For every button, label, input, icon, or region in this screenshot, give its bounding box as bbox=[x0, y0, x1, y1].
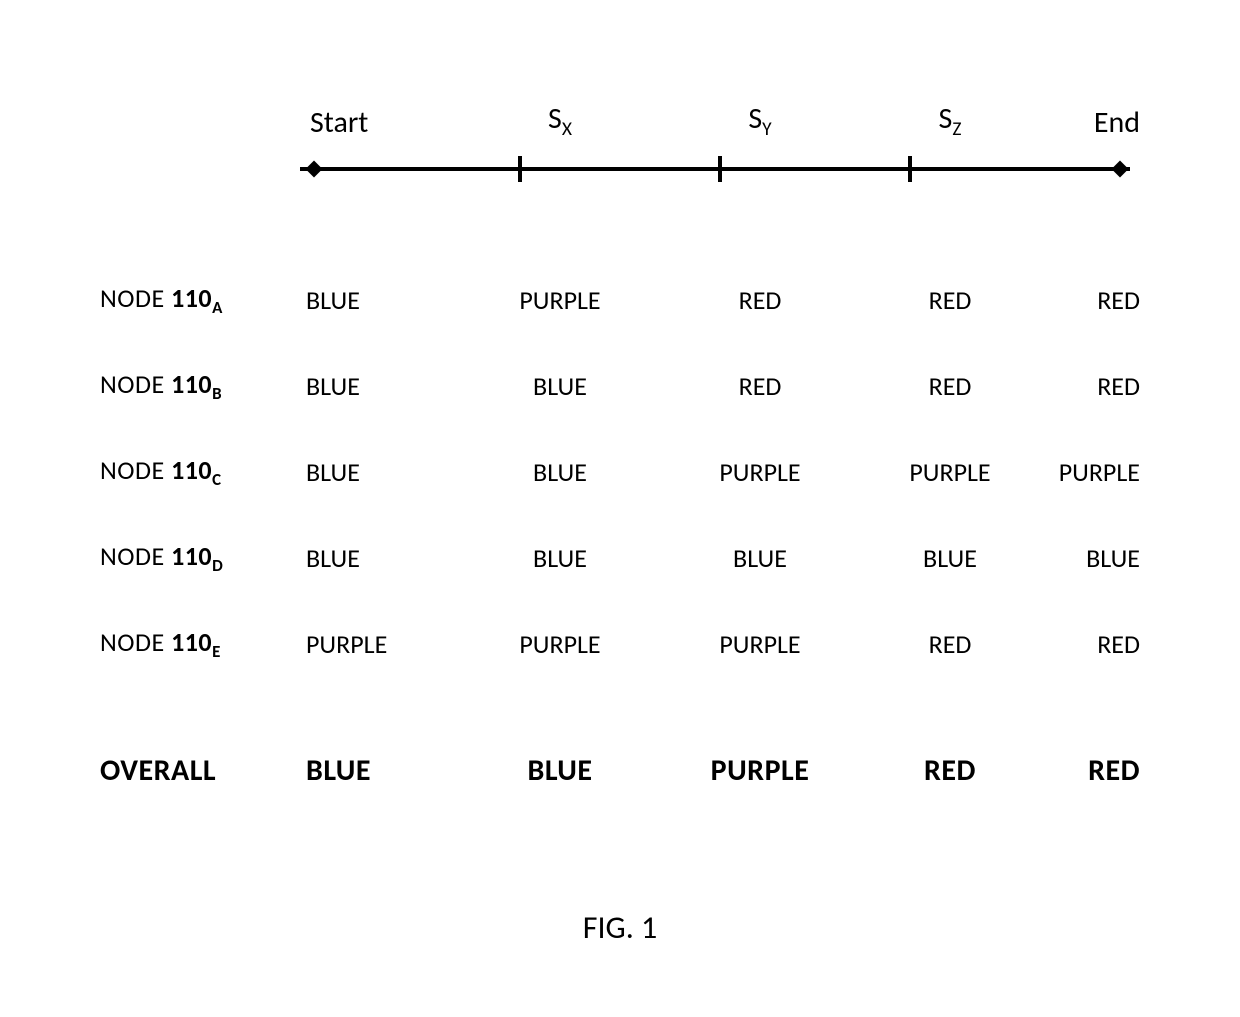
timeline-tick-sy bbox=[718, 156, 722, 182]
overall-cell: BLUE bbox=[300, 752, 460, 789]
overall-row: OVERALL BLUE BLUE PURPLE RED RED bbox=[100, 727, 1140, 813]
timeline-line bbox=[300, 167, 1130, 171]
node-sub: C bbox=[212, 469, 221, 490]
overall-label: OVERALL bbox=[100, 752, 300, 789]
node-name: 110 bbox=[171, 282, 212, 314]
timeline-label-sy: SY bbox=[660, 100, 860, 147]
node-prefix: NODE bbox=[100, 540, 171, 572]
timeline-label-sz: SZ bbox=[860, 100, 1040, 147]
node-sub: E bbox=[212, 641, 221, 662]
table-row: NODE 110D BLUE BLUE BLUE BLUE BLUE bbox=[100, 515, 1140, 601]
cell: RED bbox=[860, 284, 1040, 316]
cell: BLUE bbox=[460, 542, 660, 574]
node-label-c: NODE 110C bbox=[100, 454, 300, 490]
cell: RED bbox=[1040, 628, 1140, 660]
cell: PURPLE bbox=[460, 284, 660, 316]
timeline-label-end-text: End bbox=[1094, 104, 1140, 141]
cell: BLUE bbox=[1040, 542, 1140, 574]
cell: BLUE bbox=[300, 456, 460, 488]
node-sub: B bbox=[212, 383, 222, 404]
timeline-label-sx: SX bbox=[460, 100, 660, 147]
timeline-label-start: Start bbox=[300, 104, 460, 147]
table-row: NODE 110B BLUE BLUE RED RED RED bbox=[100, 343, 1140, 429]
node-rows: NODE 110A BLUE PURPLE RED RED RED NODE 1… bbox=[100, 257, 1140, 687]
cell: RED bbox=[1040, 370, 1140, 402]
cell: PURPLE bbox=[860, 456, 1040, 488]
overall-cell: RED bbox=[1040, 752, 1140, 789]
node-prefix: NODE bbox=[100, 626, 171, 658]
node-label-e: NODE 110E bbox=[100, 626, 300, 662]
figure-caption: FIG. 1 bbox=[0, 908, 1240, 947]
cell: PURPLE bbox=[1040, 456, 1140, 488]
node-name: 110 bbox=[171, 454, 212, 486]
node-name: 110 bbox=[171, 368, 212, 400]
node-label-d: NODE 110D bbox=[100, 540, 300, 576]
timeline-label-end: End bbox=[1040, 104, 1140, 147]
cell: RED bbox=[660, 370, 860, 402]
table-row: NODE 110E PURPLE PURPLE PURPLE RED RED bbox=[100, 601, 1140, 687]
timeline bbox=[300, 147, 1130, 207]
cell: PURPLE bbox=[660, 628, 860, 660]
overall-cell: RED bbox=[860, 752, 1040, 789]
timeline-start-marker bbox=[306, 161, 323, 178]
cell: PURPLE bbox=[460, 628, 660, 660]
node-name: 110 bbox=[171, 626, 212, 658]
node-sub: A bbox=[212, 297, 223, 318]
cell: BLUE bbox=[460, 370, 660, 402]
cell: BLUE bbox=[460, 456, 660, 488]
cell: BLUE bbox=[300, 542, 460, 574]
node-prefix: NODE bbox=[100, 368, 171, 400]
cell: RED bbox=[860, 628, 1040, 660]
node-sub: D bbox=[212, 555, 223, 576]
cell: RED bbox=[660, 284, 860, 316]
cell: BLUE bbox=[300, 370, 460, 402]
timeline-label-start-text: Start bbox=[310, 104, 368, 141]
cell: RED bbox=[1040, 284, 1140, 316]
timeline-labels-row: Start SX SY SZ End bbox=[100, 100, 1140, 147]
page: Start SX SY SZ End bbox=[0, 0, 1240, 1017]
node-prefix: NODE bbox=[100, 454, 171, 486]
timeline-tick-sz bbox=[908, 156, 912, 182]
cell: PURPLE bbox=[660, 456, 860, 488]
node-name: 110 bbox=[171, 540, 212, 572]
cell: BLUE bbox=[660, 542, 860, 574]
diagram-content: Start SX SY SZ End bbox=[100, 100, 1140, 813]
cell: BLUE bbox=[860, 542, 1040, 574]
table-row: NODE 110A BLUE PURPLE RED RED RED bbox=[100, 257, 1140, 343]
overall-cell: BLUE bbox=[460, 752, 660, 789]
timeline-tick-sx bbox=[518, 156, 522, 182]
node-prefix: NODE bbox=[100, 282, 171, 314]
table-row: NODE 110C BLUE BLUE PURPLE PURPLE PURPLE bbox=[100, 429, 1140, 515]
overall-cell: PURPLE bbox=[660, 752, 860, 789]
cell: BLUE bbox=[300, 284, 460, 316]
timeline-end-marker bbox=[1112, 161, 1129, 178]
node-label-b: NODE 110B bbox=[100, 368, 300, 404]
node-label-a: NODE 110A bbox=[100, 282, 300, 318]
cell: RED bbox=[860, 370, 1040, 402]
cell: PURPLE bbox=[300, 628, 460, 660]
